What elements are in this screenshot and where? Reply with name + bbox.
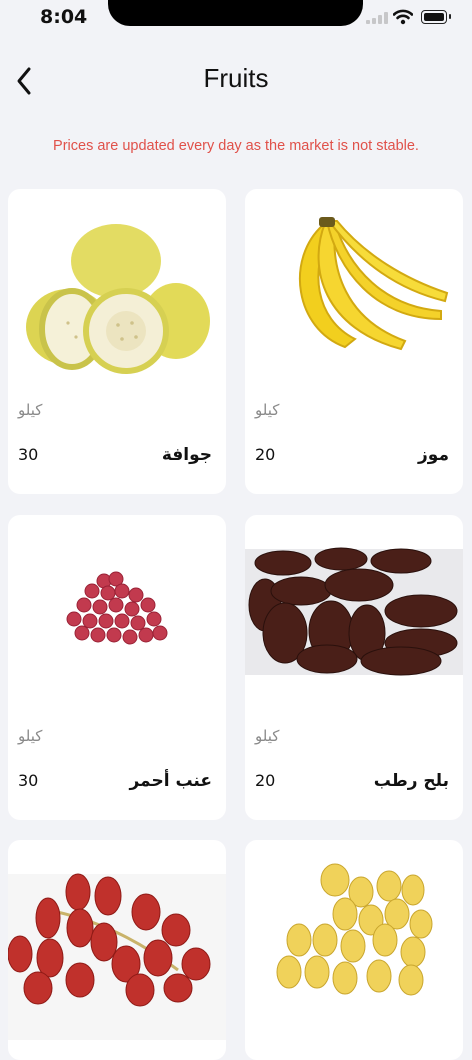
battery-icon (421, 10, 451, 24)
page-title: Fruits (203, 63, 269, 93)
product-card-red-dates[interactable] (8, 840, 226, 1060)
product-unit: كيلو (255, 401, 280, 419)
product-price: 20 (255, 445, 276, 464)
guava-image (26, 224, 210, 374)
banana-image (298, 217, 449, 351)
dates-image (245, 547, 463, 676)
product-name: جوافة (161, 445, 212, 465)
status-bar: 8:04 (0, 0, 472, 40)
wifi-icon (393, 9, 413, 25)
product-unit: كيلو (18, 401, 43, 419)
price-notice: Prices are updated every day as the mark… (53, 138, 419, 154)
product-card-guava[interactable]: كيلو 30 جوافة (8, 189, 226, 494)
signal-icon (366, 12, 388, 24)
red-dates-image (8, 873, 226, 1040)
product-card-red-grapes[interactable]: كيلو 30 عنب أحمر (8, 515, 226, 820)
product-unit: كيلو (255, 727, 280, 745)
product-name: موز (418, 445, 449, 465)
status-time: 8:04 (40, 6, 88, 28)
product-name: عنب أحمر (129, 771, 212, 791)
product-card-banana[interactable]: كيلو 20 موز (245, 189, 463, 494)
product-name: بلح رطب (373, 771, 449, 791)
notch (108, 0, 363, 26)
yellow-dates-image (276, 863, 433, 996)
product-card-yellow-dates[interactable] (245, 840, 463, 1060)
product-price: 20 (255, 771, 276, 790)
product-price: 30 (18, 771, 39, 790)
red-grapes-image (66, 571, 168, 645)
product-card-dates[interactable]: كيلو 20 بلح رطب (245, 515, 463, 820)
product-price: 30 (18, 445, 39, 464)
product-unit: كيلو (18, 727, 43, 745)
